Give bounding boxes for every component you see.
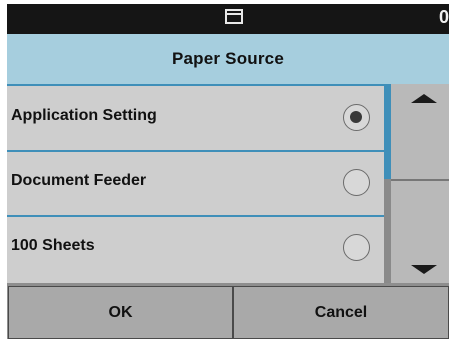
- cancel-button[interactable]: Cancel: [233, 286, 449, 339]
- option-application-setting[interactable]: Application Setting: [7, 87, 384, 149]
- option-list: Application Setting Document Feeder 100 …: [7, 84, 384, 283]
- triangle-up-icon: [411, 94, 437, 103]
- status-indicator: 0: [438, 7, 449, 27]
- radio-button-selected[interactable]: [343, 104, 370, 131]
- page-title: Paper Source: [171, 49, 284, 68]
- scroll-down-button[interactable]: [391, 181, 449, 283]
- radio-dot-icon: [350, 111, 362, 123]
- footer-bar: OK Cancel: [7, 283, 449, 339]
- divider: [7, 84, 384, 86]
- radio-button[interactable]: [343, 234, 370, 261]
- title-bar: Paper Source: [7, 34, 449, 84]
- scrollbar-thumb[interactable]: [384, 84, 391, 179]
- scanner-panel: 0 Paper Source Application Setting Docum…: [7, 4, 449, 339]
- scroll-up-button[interactable]: [391, 84, 449, 181]
- triangle-down-icon: [411, 265, 437, 274]
- option-document-feeder[interactable]: Document Feeder: [7, 152, 384, 214]
- option-label: Document Feeder: [11, 172, 147, 189]
- radio-button[interactable]: [343, 169, 370, 196]
- paper-tray-icon: [225, 9, 243, 24]
- option-label: Application Setting: [11, 107, 157, 124]
- option-label: 100 Sheets: [11, 237, 95, 254]
- option-100-sheets[interactable]: 100 Sheets: [7, 217, 384, 279]
- ok-button[interactable]: OK: [8, 286, 233, 339]
- status-bar: 0: [7, 4, 449, 34]
